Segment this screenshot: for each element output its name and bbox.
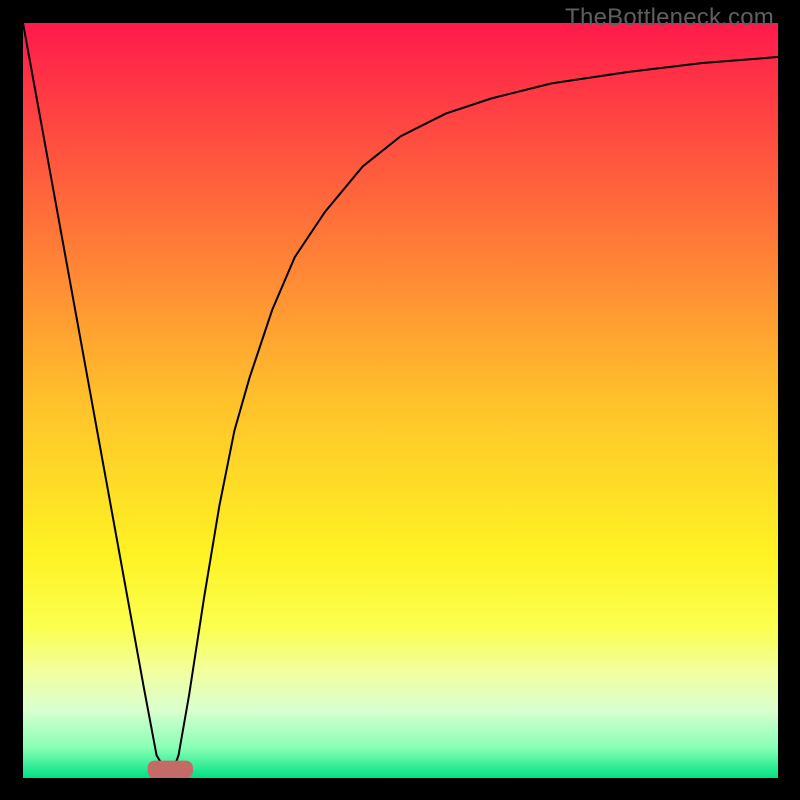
chart-frame: TheBottleneck.com — [0, 0, 800, 800]
bottleneck-curve — [23, 23, 778, 778]
plot-area — [23, 23, 778, 778]
watermark-text: TheBottleneck.com — [565, 4, 774, 32]
optimal-marker — [148, 761, 193, 778]
curve-layer — [23, 23, 778, 778]
